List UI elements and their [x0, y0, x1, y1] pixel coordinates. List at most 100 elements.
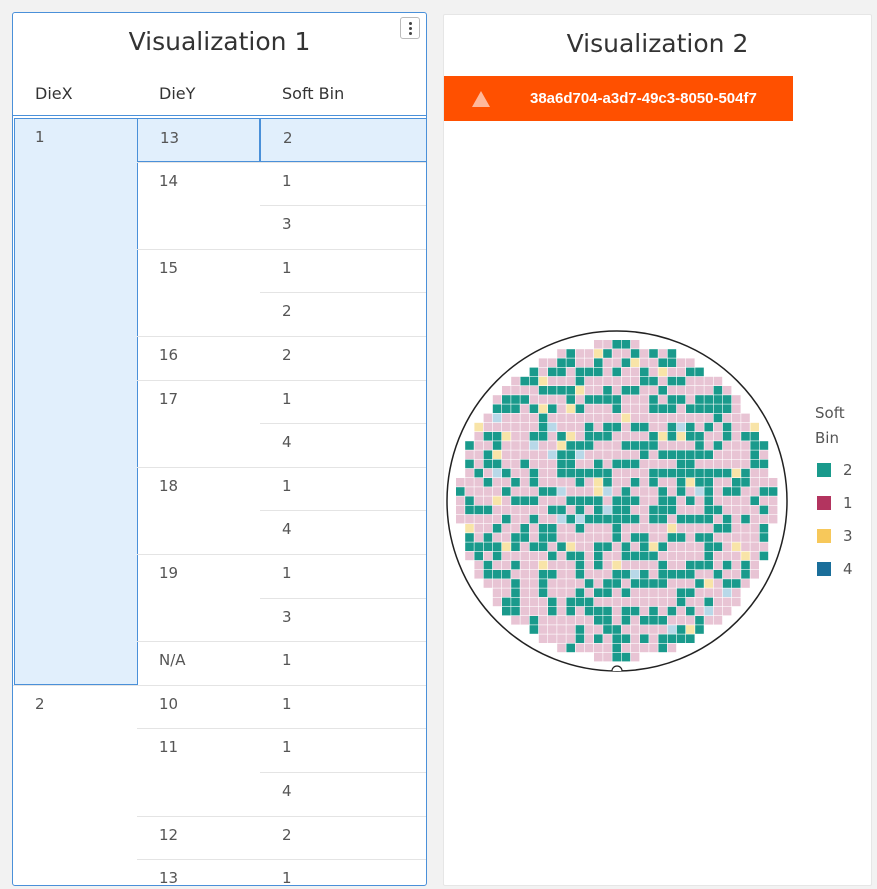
cell-diex[interactable]	[13, 423, 138, 467]
cell-soft-bin[interactable]: 4	[260, 423, 426, 467]
cell-diey[interactable]: 10	[137, 685, 260, 729]
cell-soft-bin[interactable]: 2	[260, 118, 426, 162]
cell-soft-bin[interactable]: 1	[260, 859, 426, 885]
wafer-die	[465, 496, 474, 505]
cell-diex[interactable]	[13, 380, 138, 424]
cell-diey[interactable]: 16	[137, 336, 260, 380]
warning-banner[interactable]: 38a6d704-a3d7-49c3-8050-504f7	[444, 76, 793, 121]
cell-soft-bin[interactable]: 1	[260, 728, 426, 772]
legend-item[interactable]: 4	[817, 560, 853, 578]
wafer-die	[750, 487, 759, 496]
wafer-die	[621, 579, 631, 588]
wafer-die	[704, 376, 713, 386]
cell-diey[interactable]	[137, 423, 260, 467]
cell-diey[interactable]	[137, 510, 260, 554]
cell-soft-bin[interactable]: 1	[260, 641, 426, 685]
wafer-die	[658, 487, 667, 496]
cell-soft-bin[interactable]: 3	[260, 598, 426, 642]
cell-diey[interactable]: 19	[137, 554, 260, 598]
cell-soft-bin[interactable]: 1	[260, 249, 426, 293]
cell-diey[interactable]: 17	[137, 380, 260, 424]
cell-soft-bin[interactable]: 1	[260, 554, 426, 598]
wafer-die	[750, 524, 759, 533]
cell-soft-bin[interactable]: 2	[260, 816, 426, 860]
wafer-die	[575, 487, 585, 496]
cell-soft-bin[interactable]: 2	[260, 336, 426, 380]
wafer-die	[658, 367, 667, 377]
wafer-die	[621, 340, 631, 349]
legend-item[interactable]: 3	[817, 527, 853, 545]
cell-diex[interactable]	[13, 859, 138, 885]
cell-diey[interactable]	[137, 772, 260, 816]
cell-diex[interactable]	[13, 292, 138, 336]
cell-diey[interactable]: 12	[137, 816, 260, 860]
cell-diey[interactable]	[137, 292, 260, 336]
cell-diey[interactable]	[137, 598, 260, 642]
cell-diey[interactable]: 13	[137, 118, 260, 162]
cell-soft-bin[interactable]: 1	[260, 685, 426, 729]
cell-soft-bin[interactable]: 4	[260, 772, 426, 816]
wafer-die	[630, 551, 640, 561]
wafer-die	[722, 606, 732, 616]
cell-diex[interactable]	[13, 336, 138, 380]
cell-diex[interactable]	[13, 598, 138, 642]
wafer-die	[492, 422, 502, 432]
cell-diey[interactable]: 15	[137, 249, 260, 293]
wafer-die	[640, 478, 649, 487]
cell-diex[interactable]	[13, 641, 138, 685]
wafer-die	[520, 588, 529, 597]
wafer-die	[492, 570, 502, 579]
cell-soft-bin[interactable]: 1	[260, 467, 426, 511]
wafer-die	[483, 468, 493, 478]
wafer-die	[667, 349, 677, 358]
column-header-diex[interactable]: DieX	[35, 84, 73, 103]
cell-diex[interactable]	[13, 205, 138, 249]
wafer-die	[630, 652, 640, 662]
cell-soft-bin[interactable]: 2	[260, 292, 426, 336]
cell-diex[interactable]	[13, 467, 138, 511]
wafer-map[interactable]	[444, 320, 872, 700]
legend-item[interactable]: 1	[817, 494, 853, 512]
wafer-die	[502, 533, 511, 542]
wafer-die	[594, 588, 603, 597]
cell-soft-bin[interactable]: 1	[260, 380, 426, 424]
cell-soft-bin[interactable]: 1	[260, 162, 426, 206]
column-header-diey[interactable]: DieY	[159, 84, 195, 103]
wafer-die	[732, 422, 741, 432]
wafer-die	[649, 459, 658, 469]
cell-diey[interactable]: 18	[137, 467, 260, 511]
cell-soft-bin[interactable]: 3	[260, 205, 426, 249]
cell-diey[interactable]: N/A	[137, 641, 260, 685]
wafer-die	[594, 450, 603, 459]
cell-soft-bin[interactable]: 4	[260, 510, 426, 554]
cell-diex[interactable]	[13, 249, 138, 293]
wafer-die	[741, 542, 750, 551]
wafer-die	[603, 533, 612, 542]
wafer-die	[529, 367, 539, 377]
wafer-die	[492, 432, 502, 441]
cell-diex[interactable]: 2	[13, 685, 138, 729]
wafer-die	[676, 496, 686, 505]
wafer-die	[575, 524, 585, 533]
wafer-die	[649, 606, 658, 616]
cell-diex[interactable]: 1	[13, 118, 138, 162]
cell-diex[interactable]	[13, 162, 138, 206]
cell-diex[interactable]	[13, 816, 138, 860]
cell-diex[interactable]	[13, 772, 138, 816]
cell-diex[interactable]	[13, 728, 138, 772]
wafer-die	[658, 616, 667, 625]
cell-diey[interactable]: 13	[137, 859, 260, 885]
cell-diex[interactable]	[13, 554, 138, 598]
cell-diey[interactable]: 14	[137, 162, 260, 206]
cell-diey[interactable]	[137, 205, 260, 249]
legend-item[interactable]: 2	[817, 461, 853, 479]
wafer-die	[548, 588, 557, 597]
wafer-die	[575, 422, 585, 432]
cell-diey[interactable]: 11	[137, 728, 260, 772]
more-options-icon[interactable]	[400, 17, 420, 39]
cell-diex[interactable]	[13, 510, 138, 554]
wafer-die	[529, 606, 539, 616]
wafer-die	[630, 524, 640, 533]
column-header-soft-bin[interactable]: Soft Bin	[282, 84, 344, 103]
wafer-die	[465, 487, 474, 496]
